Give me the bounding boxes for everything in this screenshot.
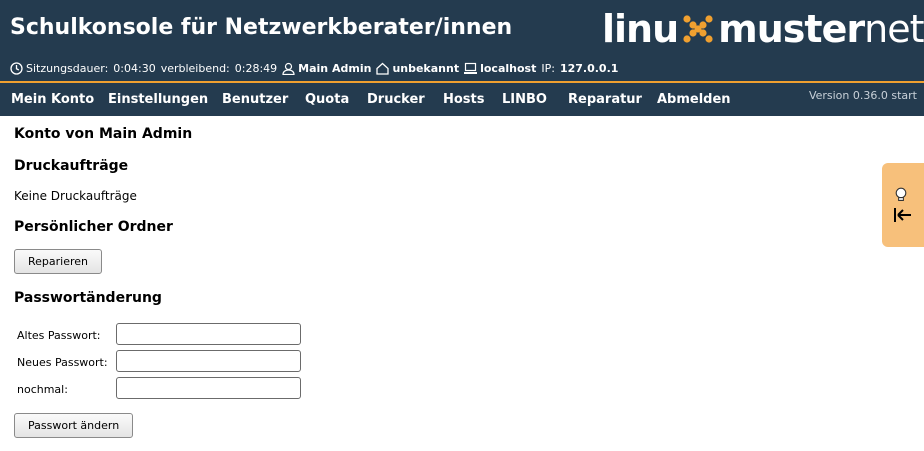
print-jobs-heading: Druckaufträge bbox=[14, 158, 129, 174]
new-password-input[interactable] bbox=[116, 350, 301, 372]
session-duration-value: 0:04:30 bbox=[113, 62, 156, 75]
session-remaining-value: 0:28:49 bbox=[234, 62, 278, 75]
session-duration-label: Sitzungsdauer: bbox=[26, 62, 109, 75]
app-title: Schulkonsole für Netzwerkberater/innen bbox=[10, 15, 513, 40]
session-bar: Sitzungsdauer: 0:04:30 verbleibend: 0:28… bbox=[10, 62, 618, 75]
nav-item-einstellungen[interactable]: Einstellungen bbox=[108, 92, 208, 107]
repeat-password-label: nochmal: bbox=[17, 383, 68, 396]
arrow-left-bar-icon bbox=[894, 208, 911, 222]
nav-item-hosts[interactable]: Hosts bbox=[443, 92, 485, 107]
account-heading: Konto von Main Admin bbox=[14, 126, 193, 142]
linuxmuster-logo[interactable]: linu musternet bbox=[602, 7, 924, 51]
nav-item-benutzer[interactable]: Benutzer bbox=[222, 92, 288, 107]
nav-item-mein-konto[interactable]: Mein Konto bbox=[11, 92, 94, 107]
user-icon bbox=[282, 62, 295, 75]
lightbulb-icon bbox=[895, 187, 907, 201]
home-icon bbox=[376, 62, 390, 75]
repair-button[interactable]: Reparieren bbox=[14, 249, 103, 274]
nav-item-abmelden[interactable]: Abmelden bbox=[657, 92, 731, 107]
nav-item-drucker[interactable]: Drucker bbox=[367, 92, 425, 107]
session-host: localhost bbox=[480, 62, 537, 75]
computer-icon bbox=[464, 62, 478, 74]
session-ip-label: IP: bbox=[541, 62, 555, 75]
session-user: Main Admin bbox=[298, 62, 372, 75]
version-info: Version 0.36.0 start bbox=[808, 89, 917, 102]
logo-text-mid: muster bbox=[718, 7, 865, 51]
session-ip-value: 127.0.0.1 bbox=[559, 62, 619, 75]
session-room: unbekannt bbox=[392, 62, 460, 75]
main-navigation: Mein Konto Einstellungen Benutzer Quota … bbox=[0, 83, 924, 116]
nav-item-quota[interactable]: Quota bbox=[305, 92, 349, 107]
header: Schulkonsole für Netzwerkberater/innen l… bbox=[0, 0, 924, 83]
logo-text-right: net bbox=[864, 7, 924, 51]
old-password-label: Altes Passwort: bbox=[17, 329, 101, 342]
help-panel-tab[interactable] bbox=[882, 163, 924, 247]
old-password-input[interactable] bbox=[116, 323, 301, 345]
nav-item-reparatur[interactable]: Reparatur bbox=[568, 92, 642, 107]
repeat-password-input[interactable] bbox=[116, 377, 301, 399]
new-password-label: Neues Passwort: bbox=[17, 356, 108, 369]
password-heading: Passwortänderung bbox=[14, 290, 162, 306]
folder-heading: Persönlicher Ordner bbox=[14, 219, 173, 235]
nav-item-linbo[interactable]: LINBO bbox=[502, 92, 547, 107]
clock-icon bbox=[10, 62, 23, 75]
change-password-button[interactable]: Passwort ändern bbox=[14, 413, 134, 438]
session-remaining-label: verbleibend: bbox=[160, 62, 230, 75]
print-jobs-empty-text: Keine Druckaufträge bbox=[14, 189, 137, 203]
logo-text-left: linu bbox=[602, 7, 679, 51]
logo-x-icon bbox=[683, 15, 713, 43]
